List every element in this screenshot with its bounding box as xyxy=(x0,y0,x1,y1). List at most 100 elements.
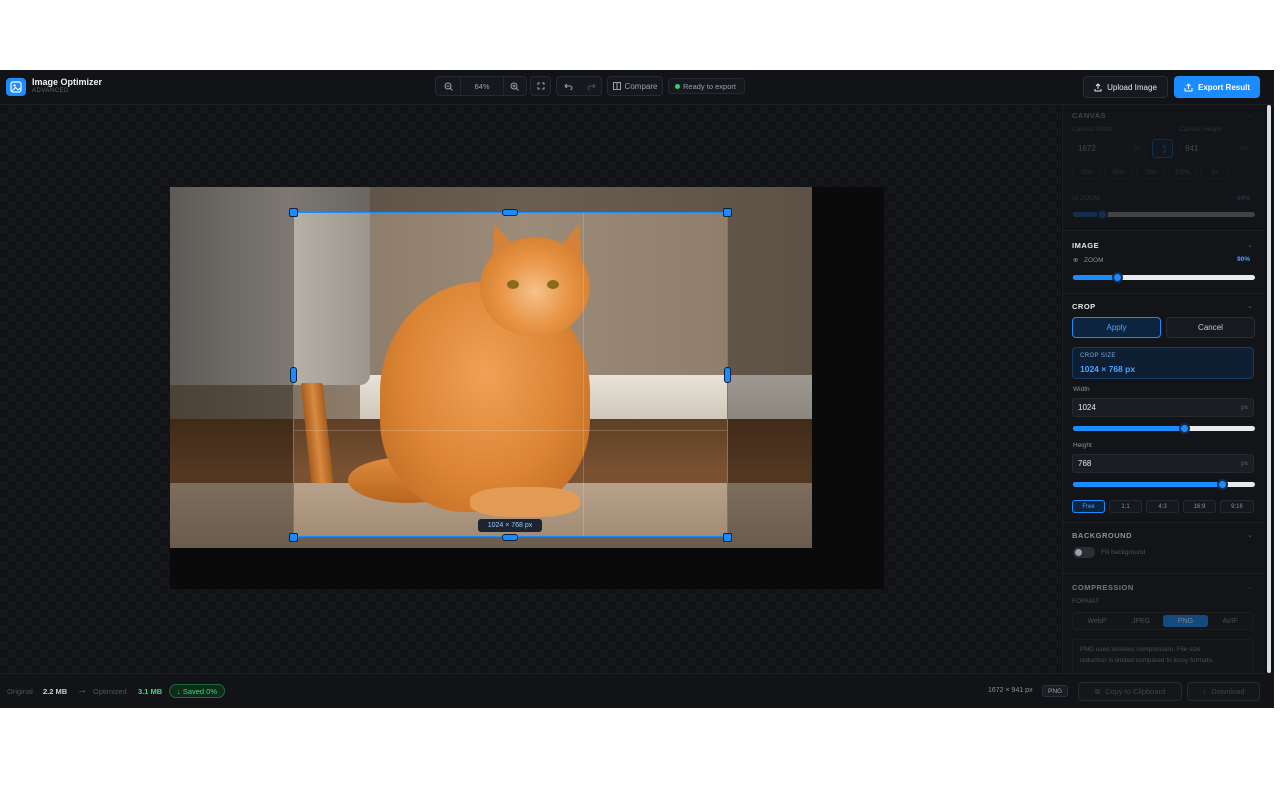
divider xyxy=(1063,230,1265,231)
upload-label: Upload Image xyxy=(1107,82,1157,92)
redo-icon xyxy=(587,83,596,90)
panel-scrollbar[interactable] xyxy=(1266,105,1272,673)
chevron-down-icon[interactable]: ⌄ xyxy=(1247,241,1253,249)
ratio-option-16-9[interactable]: 16:9 xyxy=(1183,500,1216,513)
image-zoom-value: 90% xyxy=(1237,256,1251,263)
export-icon xyxy=(1184,82,1193,91)
chevron-down-icon[interactable]: ⌄ xyxy=(1247,531,1253,539)
format-option-webp[interactable]: WebP xyxy=(1075,615,1119,627)
crop-handle-right[interactable] xyxy=(724,367,731,383)
canvas-width-value: 1672 xyxy=(1078,144,1096,153)
format-option-png[interactable]: PNG xyxy=(1163,615,1208,627)
zoom-icon: ⊕ xyxy=(1073,257,1079,264)
crop-width-unit: px xyxy=(1241,404,1248,411)
compression-note-line: reduction is limited compared to lossy f… xyxy=(1080,657,1214,664)
crop-height-value: 768 xyxy=(1078,459,1092,468)
canvas-width-label: Canvas Width xyxy=(1072,126,1113,133)
undo-button[interactable] xyxy=(557,77,579,95)
crop-size-card: CROP SIZE 1024 × 768 px xyxy=(1072,347,1254,379)
original-size: 2.2 MB xyxy=(43,687,68,696)
crop-gridline xyxy=(583,213,584,536)
canvas-preset[interactable]: 50% xyxy=(1104,166,1133,179)
export-label: Export Result xyxy=(1197,82,1250,92)
crop-handle-bottom-right[interactable] xyxy=(723,533,732,542)
link-dimensions-button[interactable] xyxy=(1152,139,1173,158)
crop-width-value: 1024 xyxy=(1078,403,1096,412)
image-zoom-slider[interactable] xyxy=(1073,272,1255,283)
crop-handle-bottom-left[interactable] xyxy=(289,533,298,542)
crop-mask-bottom xyxy=(170,537,812,548)
export-result-button[interactable]: Export Result xyxy=(1174,76,1260,98)
crop-handle-top[interactable] xyxy=(502,209,518,216)
upload-image-button[interactable]: Upload Image xyxy=(1083,76,1168,98)
download-button[interactable]: ↓ Download xyxy=(1187,682,1260,701)
status-bar: Original 2.2 MB → Optimized 3.1 MB ↓ Sav… xyxy=(0,673,1274,708)
crop-width-slider[interactable] xyxy=(1073,423,1255,434)
crop-size-label: 1024 × 768 px xyxy=(478,519,542,532)
crop-gridline xyxy=(294,430,727,431)
canvas-preset[interactable]: 100% xyxy=(1168,166,1197,179)
compare-button[interactable]: Compare xyxy=(607,76,663,96)
chevron-down-icon[interactable]: ⌄ xyxy=(1247,583,1253,591)
fit-screen-button[interactable] xyxy=(530,76,551,96)
history-control xyxy=(556,76,602,96)
canvas-preset[interactable]: 25% xyxy=(1072,166,1101,179)
zoom-in-button[interactable] xyxy=(502,77,526,95)
canvas-height-unit: px xyxy=(1241,145,1248,152)
arrow-right-icon: → xyxy=(77,685,87,696)
crop-handle-top-right[interactable] xyxy=(723,208,732,217)
output-dimensions: 1672 × 941 px xyxy=(988,687,1033,694)
chevron-down-icon[interactable]: ⌄ xyxy=(1247,302,1253,310)
ratio-option-4-3[interactable]: 4:3 xyxy=(1146,500,1179,513)
crop-handle-top-left[interactable] xyxy=(289,208,298,217)
image-icon xyxy=(6,78,26,96)
compression-note-line: PNG uses lossless compression. File size xyxy=(1080,646,1201,653)
canvas-width-input[interactable]: 1672 px xyxy=(1072,139,1147,158)
apply-crop-button[interactable]: Apply xyxy=(1072,317,1161,338)
crop-section-title: CROP xyxy=(1072,302,1096,311)
crop-selection[interactable] xyxy=(293,212,728,537)
canvas-height-input[interactable]: 941 px xyxy=(1179,139,1254,158)
ratio-option-9-16[interactable]: 9:16 xyxy=(1220,500,1254,513)
redo-button[interactable] xyxy=(580,77,602,95)
ratio-option-free[interactable]: Free xyxy=(1072,500,1105,513)
download-label: Download xyxy=(1211,687,1245,696)
ui-zoom-slider[interactable] xyxy=(1073,209,1255,220)
fill-background-toggle[interactable] xyxy=(1073,547,1095,558)
zoom-out-button[interactable] xyxy=(436,77,460,95)
format-option-jpeg[interactable]: JPEG xyxy=(1119,615,1163,627)
crop-width-input[interactable]: 1024 px xyxy=(1072,398,1254,417)
crop-handle-left[interactable] xyxy=(290,367,297,383)
zoom-in-icon xyxy=(510,82,519,91)
canvas-width-unit: px xyxy=(1134,145,1141,152)
crop-height-unit: px xyxy=(1241,460,1248,467)
copy-to-clipboard-button[interactable]: ⧉ Copy to Clipboard xyxy=(1078,682,1182,701)
format-option-avif[interactable]: AVIF xyxy=(1208,615,1252,627)
zoom-control: 64% xyxy=(435,76,527,96)
canvas-preset[interactable]: 2x xyxy=(1200,166,1229,179)
canvas-preset[interactable]: 75% xyxy=(1136,166,1165,179)
ui-zoom-value: 64% xyxy=(1237,195,1251,202)
canvas-height-value: 941 xyxy=(1185,144,1199,153)
app-subtitle: ADVANCED xyxy=(32,88,69,94)
crop-height-input[interactable]: 768 px xyxy=(1072,454,1254,473)
status-dot-icon xyxy=(675,84,680,89)
ratio-option-1-1[interactable]: 1:1 xyxy=(1109,500,1142,513)
background-section-title: BACKGROUND xyxy=(1072,531,1132,540)
settings-panel: CANVAS ⌄ Canvas Width Canvas Height 1672… xyxy=(1062,105,1265,673)
copy-label: Copy to Clipboard xyxy=(1105,687,1166,696)
expand-icon xyxy=(531,77,550,95)
cancel-crop-button[interactable]: Cancel xyxy=(1166,317,1255,338)
optimized-size: 3.1 MB xyxy=(138,687,163,696)
crop-size-value: 1024 × 768 px xyxy=(1080,364,1136,374)
crop-height-slider[interactable] xyxy=(1073,479,1255,490)
image-section-title: IMAGE xyxy=(1072,241,1100,250)
crop-mask-top xyxy=(170,187,812,212)
chevron-down-icon[interactable]: ⌄ xyxy=(1247,111,1253,119)
crop-size-label: CROP SIZE xyxy=(1080,353,1116,359)
editor-canvas[interactable]: 1024 × 768 px xyxy=(0,105,1061,673)
divider xyxy=(1063,573,1265,574)
divider xyxy=(1063,522,1265,523)
upload-icon xyxy=(1094,82,1102,91)
crop-handle-bottom[interactable] xyxy=(502,534,518,541)
